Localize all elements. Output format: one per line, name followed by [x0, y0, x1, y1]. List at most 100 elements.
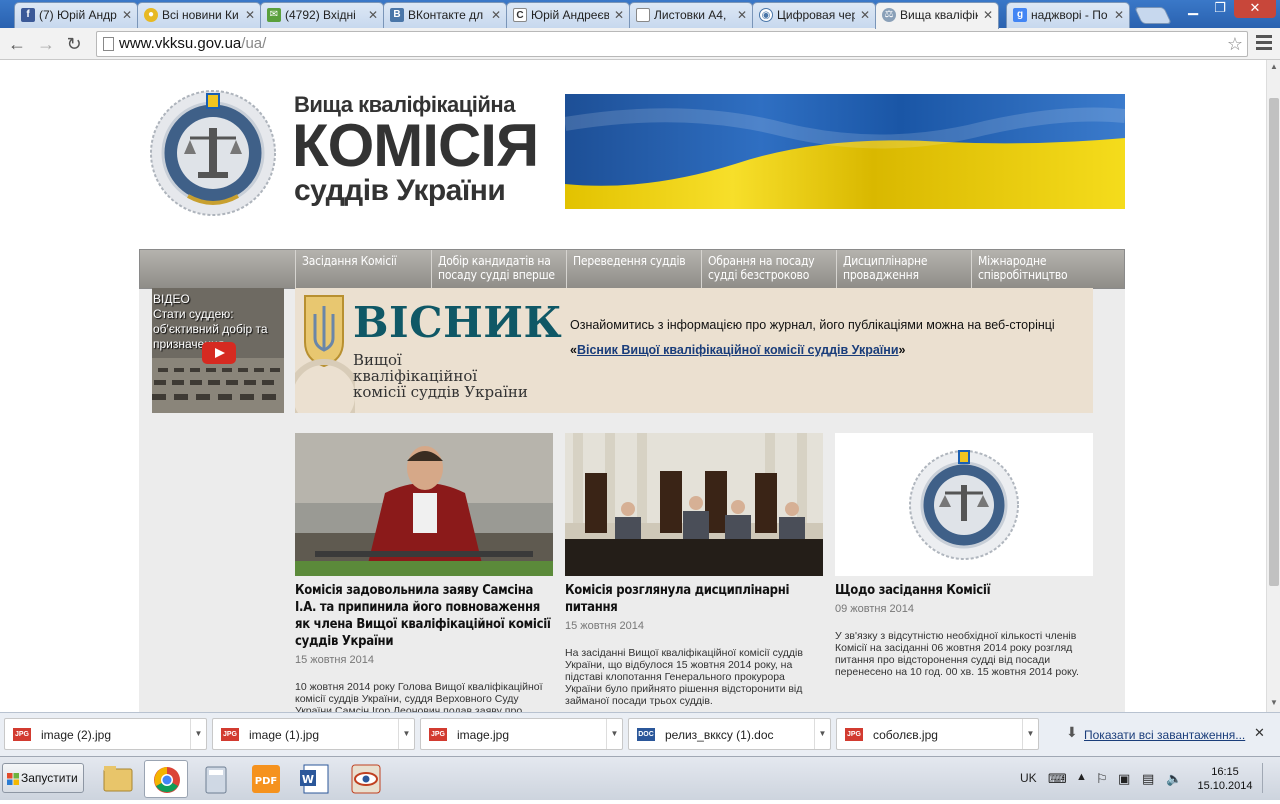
nav-item-sessions[interactable]: Засідання Комісії: [295, 250, 431, 289]
address-bar[interactable]: www.vkksu.gov.ua/ua/ ☆: [96, 31, 1248, 57]
tab-news[interactable]: ● Всі новини Ки ✕: [137, 2, 261, 28]
ukrainian-flag-banner: [565, 94, 1125, 209]
scroll-up-arrow-icon[interactable]: ▲: [1267, 62, 1280, 71]
downloads-bar: JPG image (2).jpg ▼ JPG image (1).jpg ▼ …: [0, 712, 1280, 756]
tab-close-icon[interactable]: ✕: [614, 3, 624, 27]
quote-close: »: [898, 343, 906, 357]
video-thumbnail[interactable]: ВІДЕО Стати суддею: об'єктивний добір та…: [152, 288, 284, 413]
system-clock[interactable]: 16:15 15.10.2014: [1196, 765, 1254, 793]
commission-seal-logo[interactable]: [148, 88, 278, 218]
tab-close-icon[interactable]: ✕: [983, 3, 993, 27]
chevron-down-icon[interactable]: ▼: [398, 719, 414, 749]
visnyk-subtitle-line2: кваліфікаційної: [353, 367, 478, 385]
minimize-button[interactable]: ▁: [1180, 0, 1206, 18]
download-item[interactable]: JPG image.jpg ▼: [420, 718, 623, 750]
svg-text:W: W: [302, 773, 314, 786]
news-headline[interactable]: Комісія задовольнила заяву Самсіна І.А. …: [295, 582, 553, 650]
jpg-file-icon: JPG: [221, 728, 239, 741]
tab-close-icon[interactable]: ✕: [491, 3, 501, 27]
download-item[interactable]: JPG соболєв.jpg ▼: [836, 718, 1039, 750]
tab-close-icon[interactable]: ✕: [368, 3, 378, 27]
chevron-down-icon[interactable]: ▼: [1022, 719, 1038, 749]
start-button[interactable]: Запустити: [2, 763, 84, 793]
tab-vkksu[interactable]: ⚖ Вища кваліфік ✕: [875, 2, 999, 29]
scrollbar-thumb[interactable]: [1269, 98, 1279, 586]
visnyk-link-line: «Вісник Вищої кваліфікаційної комісії су…: [570, 343, 906, 357]
explorer-taskbar-icon[interactable]: [96, 760, 140, 798]
forward-button[interactable]: →: [34, 32, 58, 56]
close-downloads-bar-icon[interactable]: ✕: [1254, 725, 1265, 741]
chevron-down-icon[interactable]: ▼: [814, 719, 830, 749]
news-headline[interactable]: Комісія розглянула дисциплінарні питання: [565, 582, 823, 616]
language-indicator[interactable]: UK: [1020, 771, 1037, 785]
tab-close-icon[interactable]: ✕: [122, 3, 132, 27]
page-viewport: Вища кваліфікаційна КОМІСІЯ суддів Украї…: [0, 60, 1266, 712]
pdf-taskbar-icon[interactable]: PDF: [244, 760, 288, 798]
quote-open: «: [570, 343, 577, 357]
main-navigation: Засідання Комісії Добір кандидатів на по…: [139, 249, 1125, 289]
news-headline[interactable]: Щодо засідання Комісії: [835, 582, 1093, 599]
show-desktop-button[interactable]: [1262, 763, 1276, 793]
volume-icon[interactable]: 🔈: [1166, 771, 1182, 787]
back-button[interactable]: ←: [5, 32, 29, 56]
nav-item-international[interactable]: Міжнародне співробітництво: [971, 250, 1125, 289]
action-center-flag-icon[interactable]: ⚐: [1096, 771, 1108, 787]
page-scrollbar[interactable]: ▲ ▼: [1266, 60, 1280, 712]
new-tab-button[interactable]: [1134, 7, 1172, 24]
window-close-button[interactable]: ✕: [1234, 0, 1276, 18]
eye-app-taskbar-icon[interactable]: [344, 760, 388, 798]
url-host: www.vkksu.gov.ua: [119, 35, 242, 52]
maximize-button[interactable]: ❐: [1207, 0, 1233, 18]
svg-text:PDF: PDF: [255, 776, 277, 787]
folder-icon: [103, 766, 133, 792]
youtube-play-icon[interactable]: [202, 342, 236, 364]
news-card: Комісія розглянула дисциплінарні питання…: [565, 433, 823, 707]
download-filename: image (1).jpg: [249, 728, 320, 742]
word-taskbar-icon[interactable]: W: [294, 760, 338, 798]
reload-button[interactable]: ↻: [62, 32, 86, 56]
tab-vk[interactable]: В ВКонтакте дл ✕: [383, 2, 507, 28]
show-hidden-icons-icon[interactable]: ▲: [1076, 771, 1087, 783]
doc-file-icon: DOC: [637, 728, 655, 741]
tab-digital[interactable]: ◉ Цифровая чер ✕: [752, 2, 876, 28]
tab-title: Всі новини Ки: [162, 8, 239, 22]
tab-leaflets[interactable]: Листовки А4, ✕: [629, 2, 753, 28]
keyboard-icon[interactable]: ⌨: [1048, 771, 1067, 787]
news-photo-seal[interactable]: [835, 433, 1093, 576]
calculator-taskbar-icon[interactable]: [194, 760, 238, 798]
tab-profile[interactable]: C Юрій Андреєв ✕: [506, 2, 630, 28]
news-photo-meeting[interactable]: [565, 433, 823, 576]
download-item[interactable]: JPG image (2).jpg ▼: [4, 718, 207, 750]
chevron-down-icon[interactable]: ▼: [190, 719, 206, 749]
clock-time: 16:15: [1211, 766, 1239, 778]
tab-close-icon[interactable]: ✕: [737, 3, 747, 27]
download-item[interactable]: JPG image (1).jpg ▼: [212, 718, 415, 750]
video-label: ВІДЕО: [153, 292, 190, 306]
news-photo-judge[interactable]: [295, 433, 553, 576]
nav-item-permanent-election[interactable]: Обрання на посаду судді безстроково: [701, 250, 836, 289]
seal-icon: ⚖: [882, 8, 896, 22]
scroll-down-arrow-icon[interactable]: ▼: [1267, 698, 1280, 707]
tab-close-icon[interactable]: ✕: [860, 3, 870, 27]
visnyk-journal-link[interactable]: Вісник Вищої кваліфікаційної комісії суд…: [577, 343, 899, 357]
chrome-menu-button[interactable]: [1254, 33, 1274, 53]
network-icon[interactable]: ▤: [1142, 771, 1154, 787]
tab-facebook[interactable]: f (7) Юрій Андр ✕: [14, 2, 138, 28]
chevron-down-icon[interactable]: ▼: [606, 719, 622, 749]
tab-mail[interactable]: ✉ (4792) Вхідні ✕: [260, 2, 384, 28]
tab-google[interactable]: g наджворі - По ✕: [1006, 2, 1130, 28]
usb-device-icon[interactable]: ▣: [1118, 771, 1130, 787]
url-path: /ua/: [241, 35, 267, 52]
bookmark-star-icon[interactable]: ☆: [1227, 32, 1243, 56]
visnyk-subtitle: Вищої кваліфікаційної комісії суддів Укр…: [353, 352, 528, 400]
nav-item-judge-transfer[interactable]: Переведення суддів: [566, 250, 701, 289]
chrome-taskbar-icon[interactable]: [144, 760, 188, 798]
nav-item-candidate-selection[interactable]: Добір кандидатів на посаду судді вперше: [431, 250, 566, 289]
tab-title: Листовки А4,: [654, 8, 727, 22]
download-item[interactable]: DOC релиз_вкксу (1).doc ▼: [628, 718, 831, 750]
eye-icon: [351, 764, 381, 794]
tab-close-icon[interactable]: ✕: [245, 3, 255, 27]
nav-item-disciplinary[interactable]: Дисциплінарне провадження: [836, 250, 971, 289]
show-all-downloads-link[interactable]: Показати всі завантаження...: [1084, 728, 1245, 742]
tab-close-icon[interactable]: ✕: [1114, 3, 1124, 27]
